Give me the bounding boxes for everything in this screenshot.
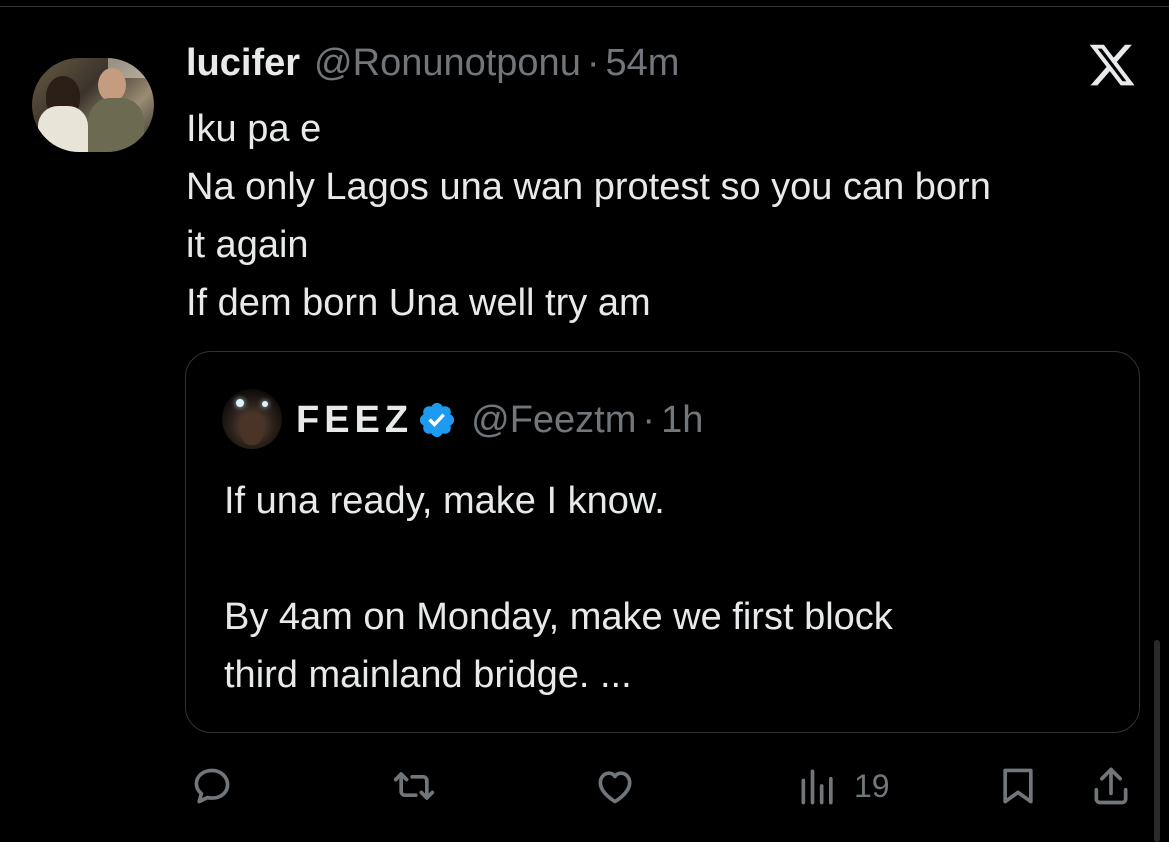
user-avatar[interactable] [32, 58, 154, 152]
quoted-tweet-card[interactable]: FEEZ @Feeztm · 1h If una ready, make I k… [185, 351, 1140, 733]
tweet-header: lucifer @Ronunotponu · 54m [186, 40, 679, 86]
user-handle[interactable]: @Ronunotponu [314, 40, 581, 86]
x-logo-icon[interactable] [1086, 40, 1138, 90]
reply-button[interactable] [188, 764, 236, 808]
quoted-user-avatar[interactable] [222, 389, 282, 449]
tweet-text-line: it again [186, 224, 309, 266]
separator-dot: · [642, 399, 656, 441]
retweet-icon [393, 772, 435, 800]
retweet-button[interactable] [388, 764, 440, 808]
quoted-text-line [224, 530, 1104, 588]
tweet-text-line: Na only Lagos una wan protest so you can… [186, 166, 991, 208]
bookmark-button[interactable] [996, 764, 1040, 808]
views-count: 19 [854, 768, 890, 804]
tweet-text-line: If dem born Una well try am [186, 282, 651, 324]
quoted-text-line: third mainland bridge. ... [224, 654, 632, 696]
tweet-text-line: Iku pa e [186, 108, 322, 150]
timestamp[interactable]: 54m [605, 40, 679, 86]
views-icon [801, 769, 833, 805]
quoted-tweet-header: FEEZ @Feeztm · 1h [296, 396, 703, 444]
bookmark-icon [1003, 768, 1033, 804]
separator-dot: · [586, 42, 600, 84]
quoted-text-line: If una ready, make I know. [224, 480, 665, 522]
quoted-display-name[interactable]: FEEZ [296, 396, 413, 444]
display-name[interactable]: lucifer [186, 40, 300, 86]
quoted-tweet-text: If una ready, make I know. By 4am on Mon… [224, 472, 1104, 704]
verified-badge-icon [420, 402, 455, 438]
share-icon [1094, 767, 1128, 805]
tweet-text: Iku pa e Na only Lagos una wan protest s… [186, 100, 1146, 332]
quoted-text-line: By 4am on Monday, make we first block [224, 596, 893, 638]
like-button[interactable] [590, 764, 640, 808]
heart-icon [598, 771, 632, 804]
views-button[interactable]: 19 [796, 764, 890, 808]
reply-icon [194, 768, 230, 804]
tweet-screen: lucifer @Ronunotponu · 54m Iku pa e Na o… [0, 0, 1169, 842]
quoted-user-handle[interactable]: @Feeztm [471, 396, 636, 444]
share-button[interactable] [1088, 764, 1134, 808]
quoted-timestamp[interactable]: 1h [661, 396, 703, 444]
scrollbar[interactable] [1154, 640, 1160, 842]
divider [0, 6, 1169, 7]
